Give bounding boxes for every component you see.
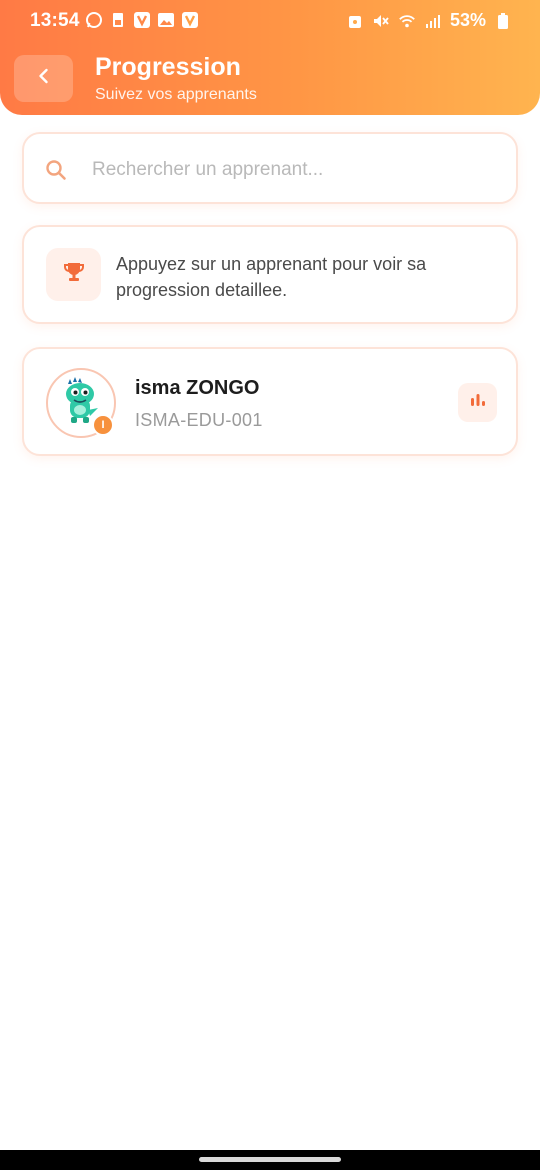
info-text: Appuyez sur un apprenant pour voir sa pr…	[116, 254, 427, 300]
level-badge: I	[92, 414, 114, 436]
learner-card[interactable]: I isma ZONGO ISMA-EDU-001	[22, 347, 518, 456]
chevron-left-icon	[34, 66, 54, 91]
info-card: Appuyez sur un apprenant pour voir sa pr…	[22, 225, 518, 324]
learner-name: isma ZONGO	[135, 377, 260, 399]
back-button[interactable]	[14, 55, 73, 102]
gallery-icon	[157, 11, 175, 29]
status-time: 13:54	[30, 10, 80, 31]
trophy-icon	[61, 259, 87, 290]
v-app-icon	[133, 11, 151, 29]
system-status: 53%	[346, 10, 512, 31]
page-title: Progression	[95, 53, 241, 81]
bar-chart-icon	[469, 391, 487, 414]
learner-code: ISMA-EDU-001	[135, 410, 263, 430]
search-input[interactable]	[92, 156, 492, 184]
home-gesture-handle[interactable]	[199, 1157, 341, 1162]
signal-icon	[424, 12, 442, 30]
view-progress-button[interactable]	[458, 383, 497, 422]
alarm-icon	[346, 12, 364, 30]
mute-icon	[372, 12, 390, 30]
app-header: 13:54 53% Progression Suivez vos apprena…	[0, 0, 540, 115]
status-bar: 13:54 53%	[0, 0, 540, 42]
system-nav-bar	[0, 1150, 540, 1170]
whatsapp-icon	[85, 11, 103, 29]
search-bar[interactable]	[22, 132, 518, 204]
sim-icon	[109, 11, 127, 29]
wifi-icon	[398, 12, 416, 30]
v-app-icon	[181, 11, 199, 29]
page-subtitle: Suivez vos apprenants	[95, 86, 257, 103]
notification-icons	[85, 11, 199, 29]
battery-percent: 53%	[449, 10, 486, 30]
search-icon	[44, 158, 68, 182]
battery-icon	[494, 12, 512, 30]
info-icon-container	[46, 248, 101, 301]
